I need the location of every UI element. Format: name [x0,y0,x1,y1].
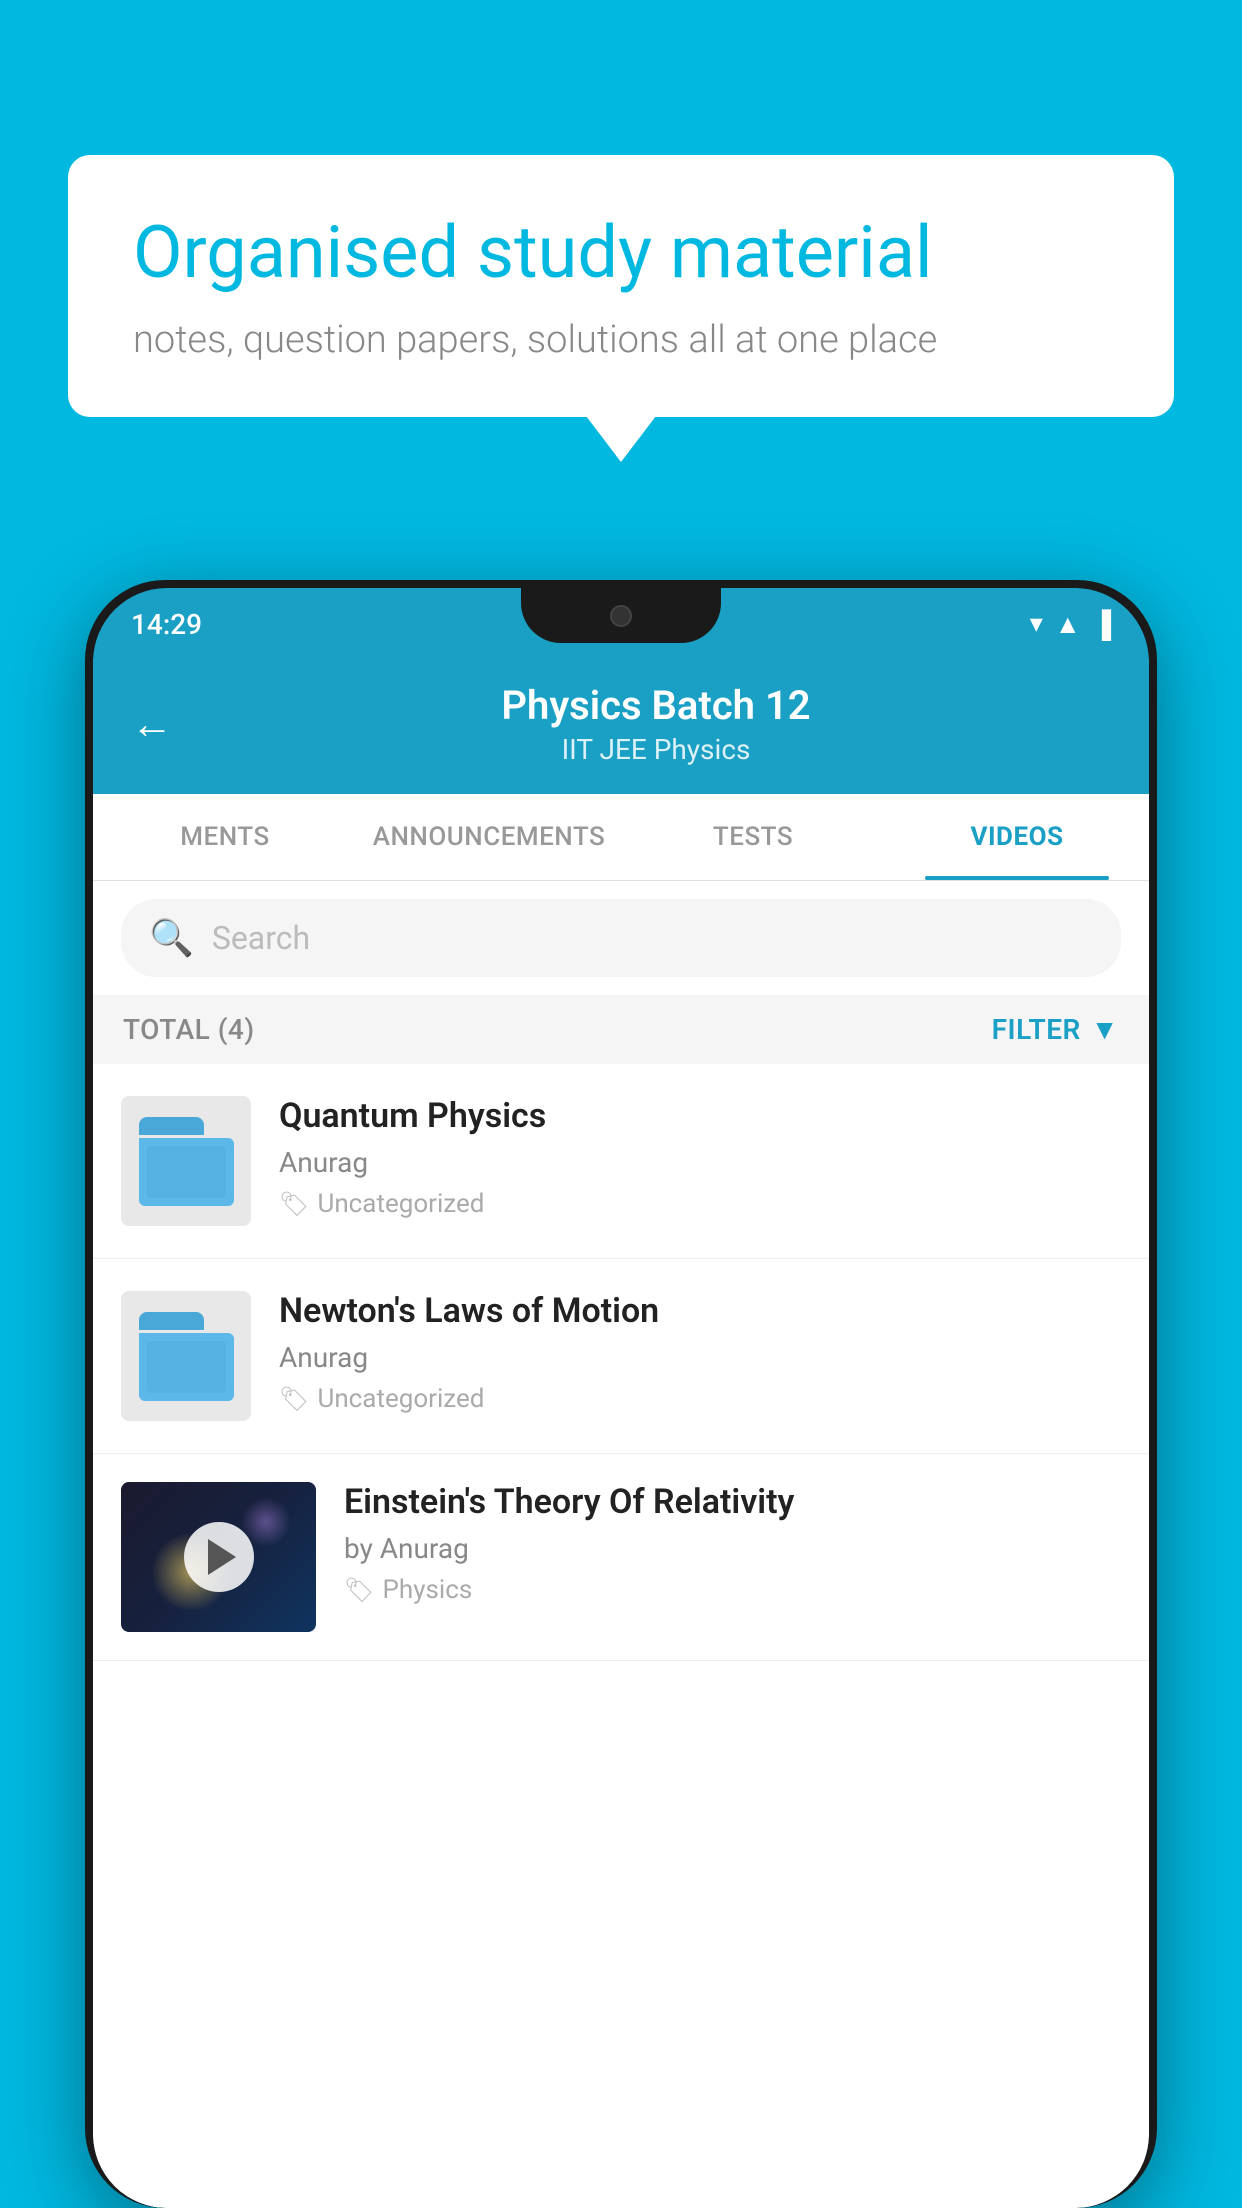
status-bar: 14:29 ▾ ▲ ▐ [93,588,1149,660]
tag-label: Uncategorized [317,1384,484,1414]
camera-dot [610,605,632,627]
filter-button[interactable]: FILTER ▼ [992,1013,1119,1046]
phone-inner: 14:29 ▾ ▲ ▐ ← Physics Batch 12 IIT JE [93,588,1149,2208]
list-item[interactable]: Quantum Physics Anurag 🏷 Uncategorized [93,1064,1149,1259]
video-thumbnail-1 [121,1096,251,1226]
video-list: Quantum Physics Anurag 🏷 Uncategorized [93,1064,1149,2208]
back-button[interactable]: ← [131,700,173,749]
batch-subtitle: IIT JEE Physics [201,733,1111,766]
signal-icon: ▲ [1055,609,1081,640]
status-time: 14:29 [131,608,202,641]
list-item[interactable]: Einstein's Theory Of Relativity by Anura… [93,1454,1149,1661]
battery-icon: ▐ [1093,609,1111,640]
app-content: ← Physics Batch 12 IIT JEE Physics MENTS… [93,660,1149,2208]
video-info-2: Newton's Laws of Motion Anurag 🏷 Uncateg… [279,1291,1121,1414]
search-placeholder: Search [212,919,310,957]
video-title: Einstein's Theory Of Relativity [344,1482,1121,1522]
tag-icon: 🏷 [344,1576,374,1604]
video-author: by Anurag [344,1532,1121,1565]
video-title: Quantum Physics [279,1096,1121,1136]
tab-announcements[interactable]: ANNOUNCEMENTS [357,794,621,880]
search-bar[interactable]: 🔍 Search [121,899,1121,977]
tab-tests[interactable]: TESTS [621,794,885,880]
tab-bar: MENTS ANNOUNCEMENTS TESTS VIDEOS [93,794,1149,881]
filter-bar: TOTAL (4) FILTER ▼ [93,995,1149,1064]
search-icon: 🔍 [149,917,194,959]
phone-frame: 14:29 ▾ ▲ ▐ ← Physics Batch 12 IIT JE [85,580,1157,2208]
speech-bubble-heading: Organised study material [133,210,1109,296]
video-thumbnail-3 [121,1482,316,1632]
folder-icon [139,1117,234,1206]
speech-bubble-container: Organised study material notes, question… [68,155,1174,417]
total-count: TOTAL (4) [123,1013,255,1046]
tag-icon: 🏷 [279,1385,309,1413]
video-info-1: Quantum Physics Anurag 🏷 Uncategorized [279,1096,1121,1219]
tag-label: Physics [382,1575,472,1605]
tab-ments[interactable]: MENTS [93,794,357,880]
video-title: Newton's Laws of Motion [279,1291,1121,1331]
filter-icon: ▼ [1091,1013,1119,1046]
tab-videos[interactable]: VIDEOS [885,794,1149,880]
tag-label: Uncategorized [317,1189,484,1219]
video-info-3: Einstein's Theory Of Relativity by Anura… [344,1482,1121,1605]
folder-icon [139,1312,234,1401]
search-container: 🔍 Search [93,881,1149,995]
play-button[interactable] [184,1522,254,1592]
video-tag: 🏷 Uncategorized [279,1384,1121,1414]
notch [521,588,721,643]
batch-title: Physics Batch 12 [201,682,1111,729]
speech-bubble-subtext: notes, question papers, solutions all at… [133,318,1109,362]
play-icon [208,1539,236,1575]
video-tag: 🏷 Uncategorized [279,1189,1121,1219]
header-title: Physics Batch 12 IIT JEE Physics [201,682,1111,766]
video-author: Anurag [279,1341,1121,1374]
tag-icon: 🏷 [279,1190,309,1218]
screen-area: 14:29 ▾ ▲ ▐ ← Physics Batch 12 IIT JE [93,588,1149,2208]
status-icons: ▾ ▲ ▐ [1030,609,1111,640]
wifi-icon: ▾ [1030,609,1043,639]
video-author: Anurag [279,1146,1121,1179]
list-item[interactable]: Newton's Laws of Motion Anurag 🏷 Uncateg… [93,1259,1149,1454]
video-thumbnail-2 [121,1291,251,1421]
filter-label: FILTER [992,1013,1081,1046]
video-tag: 🏷 Physics [344,1575,1121,1605]
app-header: ← Physics Batch 12 IIT JEE Physics [93,660,1149,794]
speech-bubble: Organised study material notes, question… [68,155,1174,417]
